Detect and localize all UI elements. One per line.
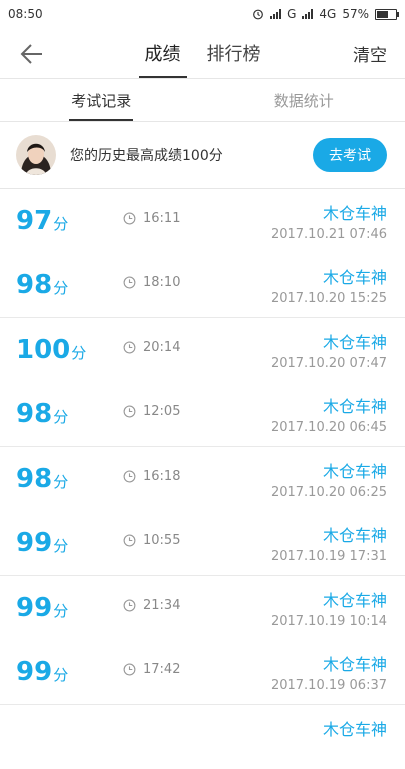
record-score-unit: 分 [53, 473, 68, 491]
record-duration: 12:05 [123, 404, 180, 419]
record-score: 100分 [16, 336, 86, 367]
record-date: 2017.10.19 06:37 [271, 678, 387, 693]
record-username: 木仓车神 [323, 264, 387, 288]
signal-icon-2 [302, 9, 313, 19]
clock-icon [123, 341, 136, 354]
record-score-unit: 分 [53, 537, 68, 555]
record-date: 2017.10.19 10:14 [271, 614, 387, 629]
record-duration: 10:55 [123, 533, 180, 548]
network-type-2: 4G [319, 7, 336, 21]
record-score-unit: 分 [53, 215, 68, 233]
record-username: 木仓车神 [323, 393, 387, 417]
record-duration-value: 20:14 [143, 340, 180, 355]
record-score-value: 99 [16, 593, 52, 623]
record-duration: 17:42 [123, 662, 180, 677]
record-duration-value: 10:55 [143, 533, 180, 548]
signal-icon [270, 9, 281, 19]
record-username: 木仓车神 [323, 458, 387, 482]
record-username: 木仓车神 [323, 522, 387, 546]
record-username: 木仓车神 [323, 587, 387, 611]
record-row[interactable]: 99分 17:42 木仓车神 2017.10.19 06:37 [0, 640, 405, 705]
record-duration: 20:14 [123, 340, 180, 355]
best-score-banner: 您的历史最高成绩100分 去考试 [0, 122, 405, 189]
record-score-value: 98 [16, 464, 52, 494]
record-row[interactable]: 98分 18:10 木仓车神 2017.10.20 15:25 [0, 253, 405, 318]
battery-percent: 57% [342, 7, 369, 21]
status-time: 08:50 [8, 7, 43, 21]
record-date: 2017.10.20 06:25 [271, 485, 387, 500]
status-icons: G 4G 57% [252, 7, 397, 21]
record-duration: 16:11 [123, 211, 180, 226]
record-score-value: 99 [16, 657, 52, 687]
record-duration-value: 21:34 [143, 598, 180, 613]
record-row[interactable]: 97分 16:11 木仓车神 2017.10.21 07:46 [0, 189, 405, 253]
subtab-exam-records[interactable]: 考试记录 [0, 79, 203, 121]
back-arrow-icon[interactable] [18, 40, 46, 68]
record-row[interactable]: 98分 16:18 木仓车神 2017.10.20 06:25 [0, 447, 405, 511]
clock-icon [123, 276, 136, 289]
clock-icon [123, 405, 136, 418]
record-score: 99分 [16, 594, 68, 625]
record-score: 99分 [16, 529, 68, 560]
record-row[interactable]: 99分 10:55 木仓车神 2017.10.19 17:31 [0, 511, 405, 576]
clock-icon [123, 212, 136, 225]
record-row[interactable]: 100分 20:14 木仓车神 2017.10.20 07:47 [0, 318, 405, 382]
record-score-unit: 分 [53, 279, 68, 297]
record-username: 木仓车神 [323, 200, 387, 224]
nav-tabs: 成绩 排行榜 [145, 28, 261, 78]
record-duration-value: 12:05 [143, 404, 180, 419]
clock-icon [123, 663, 136, 676]
record-score: 98分 [16, 400, 68, 431]
network-type-1: G [287, 7, 296, 21]
record-score-unit: 分 [71, 344, 86, 362]
clock-icon [123, 599, 136, 612]
record-date: 2017.10.19 17:31 [271, 549, 387, 564]
record-score: 97分 [16, 207, 68, 238]
record-score-value: 100 [16, 335, 70, 365]
clock-icon [123, 470, 136, 483]
record-date: 2017.10.21 07:46 [271, 227, 387, 242]
sub-tabs: 考试记录 数据统计 [0, 79, 405, 122]
record-row[interactable]: 99分 21:34 木仓车神 2017.10.19 10:14 [0, 576, 405, 640]
record-score-value: 98 [16, 399, 52, 429]
record-score-value: 98 [16, 270, 52, 300]
record-duration: 16:18 [123, 469, 180, 484]
battery-icon [375, 9, 397, 20]
record-score-unit: 分 [53, 602, 68, 620]
avatar [16, 135, 56, 175]
record-score-value: 99 [16, 528, 52, 558]
record-score-unit: 分 [53, 666, 68, 684]
alarm-icon [252, 8, 264, 20]
record-duration-value: 16:18 [143, 469, 180, 484]
record-score: 99分 [16, 658, 68, 689]
record-username: 木仓车神 [323, 651, 387, 675]
record-duration-value: 17:42 [143, 662, 180, 677]
record-username: 木仓车神 [323, 329, 387, 353]
tab-scores[interactable]: 成绩 [145, 28, 181, 78]
record-date: 2017.10.20 06:45 [271, 420, 387, 435]
record-date: 2017.10.20 15:25 [271, 291, 387, 306]
status-bar: 08:50 G 4G 57% [0, 0, 405, 28]
record-score-unit: 分 [53, 408, 68, 426]
exam-record-list: 97分16:11木仓车神2017.10.21 07:4698分18:10木仓车神… [0, 189, 405, 769]
record-score: 98分 [16, 271, 68, 302]
clock-icon [123, 534, 136, 547]
clear-button[interactable]: 清空 [353, 41, 387, 66]
best-score-text: 您的历史最高成绩100分 [70, 145, 313, 165]
tab-leaderboard[interactable]: 排行榜 [207, 28, 261, 78]
record-duration-value: 18:10 [143, 275, 180, 290]
record-duration: 18:10 [123, 275, 180, 290]
record-row[interactable]: 木仓车神 [0, 705, 405, 769]
record-score: 98分 [16, 465, 68, 496]
record-score-value: 97 [16, 206, 52, 236]
record-row[interactable]: 98分 12:05 木仓车神 2017.10.20 06:45 [0, 382, 405, 447]
record-duration: 21:34 [123, 598, 180, 613]
take-exam-button[interactable]: 去考试 [313, 138, 387, 172]
record-date: 2017.10.20 07:47 [271, 356, 387, 371]
record-duration-value: 16:11 [143, 211, 180, 226]
top-nav: 成绩 排行榜 清空 [0, 28, 405, 79]
subtab-statistics[interactable]: 数据统计 [203, 79, 405, 121]
